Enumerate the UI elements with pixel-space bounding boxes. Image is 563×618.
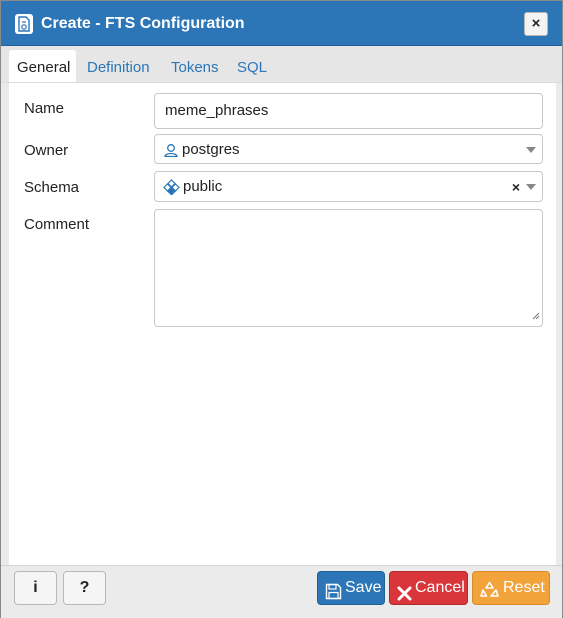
schema-icon xyxy=(163,179,180,199)
save-button[interactable]: Save xyxy=(317,571,385,605)
user-icon xyxy=(163,143,179,161)
dialog-titlebar[interactable]: Create - FTS Configuration × xyxy=(1,1,562,46)
cancel-button[interactable]: Cancel xyxy=(389,571,468,605)
close-button[interactable]: × xyxy=(524,12,548,36)
reset-label: Reset xyxy=(503,579,545,596)
comment-textarea[interactable] xyxy=(154,209,543,327)
owner-label: Owner xyxy=(24,142,69,159)
dialog-title: Create - FTS Configuration xyxy=(41,15,245,32)
tab-definition[interactable]: Definition xyxy=(79,50,158,82)
dialog-footer: i ? Save Cancel Reset xyxy=(1,565,562,618)
create-fts-configuration-dialog: Create - FTS Configuration × General Def… xyxy=(0,0,563,618)
schema-value: public xyxy=(183,178,223,195)
cancel-x-icon xyxy=(397,581,412,613)
name-value: meme_phrases xyxy=(165,102,269,119)
owner-dropdown-arrow-icon[interactable] xyxy=(526,147,536,153)
schema-clear-icon[interactable]: × xyxy=(512,179,520,195)
name-input[interactable]: meme_phrases xyxy=(154,93,543,129)
save-label: Save xyxy=(345,579,382,596)
owner-select[interactable]: postgres xyxy=(154,134,543,164)
reset-button[interactable]: Reset xyxy=(472,571,550,605)
comment-label: Comment xyxy=(24,216,90,233)
tab-sql[interactable]: SQL xyxy=(229,50,275,82)
recycle-icon xyxy=(480,579,499,611)
owner-value: postgres xyxy=(182,141,240,158)
schema-label: Schema xyxy=(24,179,80,196)
schema-dropdown-arrow-icon[interactable] xyxy=(526,184,536,190)
save-icon xyxy=(325,580,342,612)
resize-grip-icon[interactable] xyxy=(532,307,540,324)
name-label: Name xyxy=(24,100,65,117)
fts-configuration-icon xyxy=(15,14,33,34)
tab-general[interactable]: General xyxy=(9,50,76,82)
tab-bar: General Definition Tokens SQL xyxy=(1,46,562,83)
info-button[interactable]: i xyxy=(14,571,57,605)
general-tab-panel: Name meme_phrases Owner postgres Schema xyxy=(9,83,556,565)
cancel-label: Cancel xyxy=(415,579,465,596)
tab-tokens[interactable]: Tokens xyxy=(163,50,227,82)
schema-select[interactable]: public × xyxy=(154,171,543,202)
help-button[interactable]: ? xyxy=(63,571,106,605)
